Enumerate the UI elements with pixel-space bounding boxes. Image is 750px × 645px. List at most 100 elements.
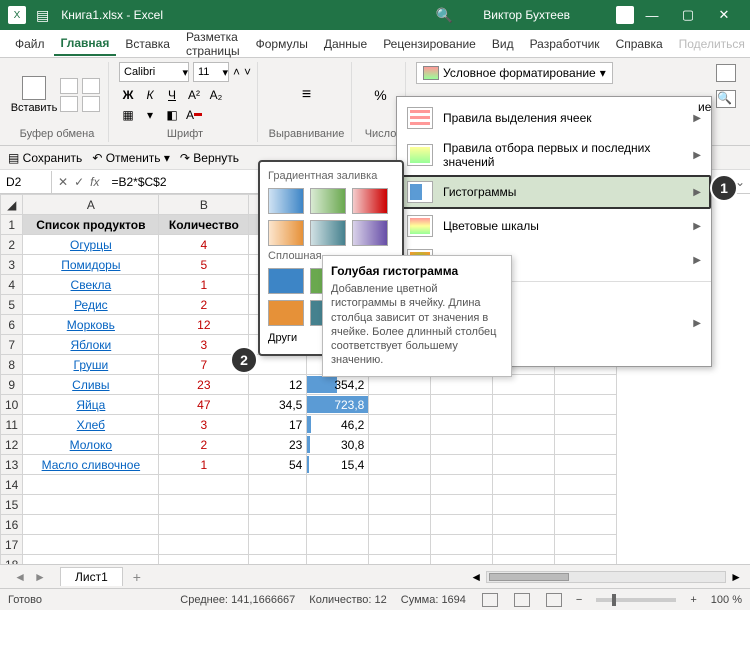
cf-color-scales[interactable]: Цветовые шкалы▶ (397, 209, 711, 243)
cell[interactable]: 23 (249, 435, 307, 455)
sheet-prev-icon[interactable]: ◄ (14, 570, 26, 584)
solid-orange[interactable] (268, 300, 304, 326)
font-size-select[interactable]: 11▾ (193, 62, 229, 82)
gradient-green[interactable] (310, 188, 346, 214)
cell[interactable]: Масло сливочное (23, 455, 159, 475)
fx-icon[interactable]: fx (90, 175, 99, 189)
percent-icon[interactable]: % (374, 87, 386, 103)
tab-pagelayout[interactable]: Разметка страницы (179, 26, 247, 62)
row-header[interactable]: 14 (1, 475, 23, 495)
cell[interactable]: 2 (159, 435, 249, 455)
accept-formula-icon[interactable]: ✓ (74, 175, 84, 189)
bold-button[interactable]: Ж (119, 86, 137, 104)
cell[interactable]: 3 (159, 415, 249, 435)
tab-review[interactable]: Рецензирование (376, 33, 483, 55)
col-header[interactable]: B (159, 195, 249, 215)
cell[interactable]: Яблоки (23, 335, 159, 355)
normal-view-icon[interactable] (482, 593, 498, 607)
gradient-orange[interactable] (268, 220, 304, 246)
row-header[interactable]: 13 (1, 455, 23, 475)
cf-top-bottom-rules[interactable]: Правила отбора первых и последних значен… (397, 135, 711, 175)
cell[interactable]: 12 (159, 315, 249, 335)
sheet-tab[interactable]: Лист1 (60, 567, 123, 586)
row-header[interactable]: 1 (1, 215, 23, 235)
row-header[interactable]: 10 (1, 395, 23, 415)
name-box[interactable]: D2 (0, 171, 52, 193)
border-dropdown-icon[interactable]: ▾ (141, 106, 159, 124)
tab-help[interactable]: Справка (609, 33, 670, 55)
row-header[interactable]: 18 (1, 555, 23, 565)
font-name-select[interactable]: Calibri▾ (119, 62, 189, 82)
row-header[interactable]: 4 (1, 275, 23, 295)
cell[interactable]: 15,4 (307, 455, 369, 475)
cut-icon[interactable] (60, 78, 78, 94)
subscript-button[interactable]: A₂ (207, 86, 225, 104)
qat-redo[interactable]: ↷ Вернуть (180, 151, 239, 165)
row-header[interactable]: 17 (1, 535, 23, 555)
horizontal-scrollbar[interactable]: ◄► (151, 570, 750, 584)
cell[interactable]: Молоко (23, 435, 159, 455)
maximize-button[interactable]: ▢ (670, 7, 706, 23)
tab-developer[interactable]: Разработчик (523, 33, 607, 55)
tab-home[interactable]: Главная (54, 32, 117, 56)
cell[interactable]: Сливы (23, 375, 159, 395)
row-header[interactable]: 8 (1, 355, 23, 375)
tab-formulas[interactable]: Формулы (249, 33, 315, 55)
cell[interactable]: 5 (159, 255, 249, 275)
gradient-purple[interactable] (352, 220, 388, 246)
user-name[interactable]: Виктор Бухтеев (483, 8, 570, 22)
editing-icon[interactable]: 🔍 (716, 90, 736, 108)
col-header[interactable]: A (23, 195, 159, 215)
row-header[interactable]: 16 (1, 515, 23, 535)
row-header[interactable]: 2 (1, 235, 23, 255)
row-header[interactable]: 7 (1, 335, 23, 355)
cell[interactable]: 46,2 (307, 415, 369, 435)
cf-highlight-rules[interactable]: Правила выделения ячеек▶ (397, 101, 711, 135)
cells-icon[interactable] (716, 64, 736, 82)
cell[interactable]: 54 (249, 455, 307, 475)
cell[interactable]: 723,8 (307, 395, 369, 415)
cf-data-bars[interactable]: Гистограммы▶ (397, 175, 711, 209)
tab-file[interactable]: Файл (8, 33, 52, 55)
paste-button[interactable]: Вставить (12, 67, 56, 123)
row-header[interactable]: 9 (1, 375, 23, 395)
minimize-button[interactable]: — (634, 8, 670, 23)
row-header[interactable]: 6 (1, 315, 23, 335)
underline-button[interactable]: Ч (163, 86, 181, 104)
cell[interactable]: Морковь (23, 315, 159, 335)
close-button[interactable]: ✕ (706, 7, 742, 23)
avatar[interactable] (616, 6, 634, 24)
grow-font-icon[interactable]: ˄ (233, 65, 240, 79)
cancel-formula-icon[interactable]: ✕ (58, 175, 68, 189)
cell[interactable]: 23 (159, 375, 249, 395)
cell[interactable]: 1 (159, 455, 249, 475)
zoom-in-icon[interactable]: + (690, 594, 696, 606)
zoom-slider[interactable] (596, 598, 676, 602)
fill-color-button[interactable]: ◧ (163, 106, 181, 124)
tab-view[interactable]: Вид (485, 33, 521, 55)
zoom-out-icon[interactable]: − (576, 594, 582, 606)
cell[interactable]: Помидоры (23, 255, 159, 275)
row-header[interactable]: 15 (1, 495, 23, 515)
paste-special-icon[interactable] (82, 96, 100, 112)
cell[interactable]: 4 (159, 235, 249, 255)
cell[interactable]: 1 (159, 275, 249, 295)
save-icon[interactable]: ▤ (36, 7, 49, 24)
italic-button[interactable]: К (141, 86, 159, 104)
cell[interactable]: 354,2 (307, 375, 369, 395)
row-header[interactable]: 5 (1, 295, 23, 315)
cell[interactable]: 12 (249, 375, 307, 395)
font-color-button[interactable]: A (185, 106, 203, 124)
page-break-icon[interactable] (546, 593, 562, 607)
conditional-formatting-button[interactable]: Условное форматирование ▾ (416, 62, 613, 84)
share-button[interactable]: Поделиться (672, 33, 750, 55)
cell[interactable]: 17 (249, 415, 307, 435)
row-header[interactable]: 12 (1, 435, 23, 455)
cell[interactable]: 47 (159, 395, 249, 415)
cell[interactable]: Хлеб (23, 415, 159, 435)
page-layout-icon[interactable] (514, 593, 530, 607)
cell[interactable]: Огурцы (23, 235, 159, 255)
zoom-level[interactable]: 100 % (711, 594, 742, 606)
cell[interactable]: 30,8 (307, 435, 369, 455)
solid-blue[interactable] (268, 268, 304, 294)
